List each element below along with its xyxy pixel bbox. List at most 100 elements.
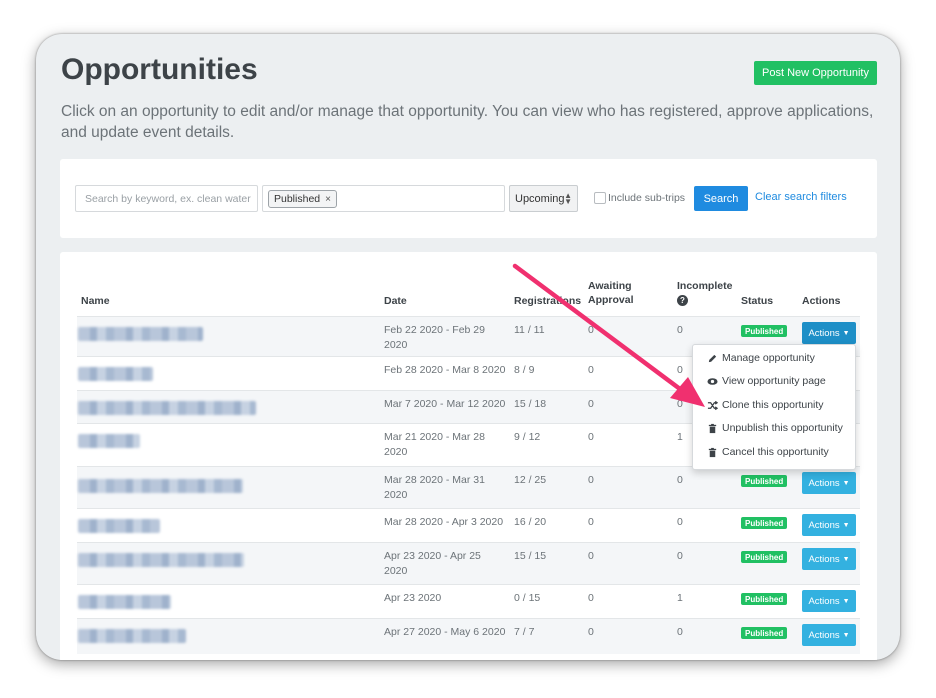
status-badge: Published (741, 475, 788, 487)
actions-button[interactable]: Actions ▼ (802, 322, 856, 344)
actions-button-label: Actions (808, 553, 840, 565)
date-cell: Mar 21 2020 - Mar 28 2020 (384, 431, 485, 458)
menu-item-label: Manage opportunity (722, 352, 815, 364)
status-tags-input[interactable]: Published × (262, 185, 505, 212)
include-subtrips-checkbox[interactable] (594, 192, 606, 204)
include-subtrips-option[interactable]: Include sub-trips (594, 192, 685, 204)
post-new-opportunity-button[interactable]: Post New Opportunity (754, 61, 877, 85)
incomplete-cell: 0 (677, 550, 683, 562)
header-name: Name (81, 295, 110, 307)
caret-down-icon: ▼ (842, 521, 850, 529)
actions-button[interactable]: Actions ▼ (802, 590, 856, 612)
opportunity-name-blurred[interactable] (78, 367, 153, 381)
opportunity-name-blurred[interactable] (78, 629, 186, 643)
actions-button-label: Actions (808, 629, 840, 641)
registrations-cell: 11 / 11 (514, 324, 545, 336)
date-cell: Feb 28 2020 - Mar 8 2020 (384, 364, 506, 376)
opportunity-name-blurred[interactable] (78, 434, 140, 448)
opportunity-name-blurred[interactable] (78, 595, 171, 609)
help-icon[interactable]: ? (677, 295, 688, 306)
actions-button[interactable]: Actions ▼ (802, 548, 856, 570)
header-date: Date (384, 295, 407, 307)
header-incomplete-label: Incomplete (677, 280, 733, 292)
menu-item-clone[interactable]: Clone this opportunity (707, 399, 824, 411)
actions-button-label: Actions (808, 595, 840, 607)
incomplete-cell: 0 (677, 324, 683, 336)
incomplete-cell: 0 (677, 516, 683, 528)
select-arrows-icon: ▲ ▼ (564, 191, 572, 206)
date-cell: Mar 28 2020 - Apr 3 2020 (384, 516, 504, 528)
tag-remove-icon[interactable]: × (325, 194, 331, 205)
pencil-icon (708, 354, 717, 362)
registrations-cell: 12 / 25 (514, 474, 547, 486)
actions-dropdown-menu: Manage opportunity View opportunity page… (692, 344, 856, 470)
table-row[interactable]: Apr 23 2020 - Apr 25 2020 15 / 15 0 0 Publis… (77, 542, 860, 584)
status-badge: Published (741, 517, 788, 529)
table-row[interactable]: Mar 28 2020 - Mar 31 2020 12 / 25 0 0 Publis… (77, 466, 860, 508)
trash-icon (708, 447, 717, 457)
table-row[interactable]: Apr 27 2020 - May 6 2020 7 / 7 0 0 Published… (77, 618, 860, 654)
published-tag: Published × (268, 190, 337, 208)
registrations-cell: 8 / 9 (514, 364, 535, 376)
select-value: Upcoming (515, 192, 565, 205)
date-cell: Mar 28 2020 - Mar 31 2020 (384, 474, 485, 501)
header-status: Status (741, 295, 774, 307)
caret-down-icon: ▼ (842, 631, 850, 639)
opportunity-name-blurred[interactable] (78, 479, 243, 493)
date-cell: Mar 7 2020 - Mar 12 2020 (384, 398, 506, 410)
incomplete-cell: 1 (677, 592, 683, 604)
actions-button-label: Actions (808, 327, 840, 339)
actions-button[interactable]: Actions ▼ (802, 514, 856, 536)
incomplete-cell: 0 (677, 398, 683, 410)
header-registrations: Registrations (514, 295, 582, 307)
table-row[interactable]: Mar 28 2020 - Apr 3 2020 16 / 20 0 0 Publish… (77, 508, 860, 542)
registrations-cell: 16 / 20 (514, 516, 547, 528)
table-row[interactable]: Apr 23 2020 0 / 15 0 1 Published Actions ▼ (77, 584, 860, 618)
include-subtrips-label: Include sub-trips (608, 192, 686, 204)
awaiting-cell: 0 (588, 398, 594, 410)
awaiting-cell: 0 (588, 324, 594, 336)
registrations-cell: 0 / 15 (514, 592, 541, 604)
registrations-cell: 7 / 7 (514, 626, 535, 638)
actions-button[interactable]: Actions ▼ (802, 624, 856, 646)
app-window: Opportunities Post New Opportunity Click… (36, 34, 900, 660)
menu-item-manage[interactable]: Manage opportunity (707, 352, 815, 364)
shuffle-icon (707, 400, 718, 410)
header-awaiting-approval: Awaiting Approval (588, 280, 634, 306)
menu-item-view[interactable]: View opportunity page (707, 375, 826, 387)
search-button[interactable]: Search (694, 186, 748, 211)
awaiting-cell: 0 (588, 474, 594, 486)
search-input[interactable]: Search by keyword, ex. clean water (75, 185, 258, 212)
clear-filters-link[interactable]: Clear search filters (755, 191, 847, 203)
incomplete-cell: 0 (677, 364, 683, 376)
timeframe-select[interactable]: Upcoming ▲ ▼ (509, 185, 578, 212)
eye-icon (707, 377, 718, 385)
opportunity-name-blurred[interactable] (78, 327, 203, 341)
actions-button-label: Actions (808, 519, 840, 531)
opportunity-name-blurred[interactable] (78, 553, 244, 567)
registrations-cell: 15 / 15 (514, 550, 547, 562)
filter-panel: Search by keyword, ex. clean water Publi… (60, 159, 877, 238)
opportunity-name-blurred[interactable] (78, 519, 160, 533)
caret-down-icon: ▼ (842, 597, 850, 605)
opportunity-name-blurred[interactable] (78, 401, 256, 415)
header-incomplete: Incomplete ? (677, 279, 732, 307)
status-badge: Published (741, 551, 788, 563)
date-cell: Apr 23 2020 (384, 592, 442, 604)
menu-item-unpublish[interactable]: Unpublish this opportunity (707, 422, 843, 434)
caret-down-icon: ▼ (842, 479, 850, 487)
menu-item-label: View opportunity page (722, 375, 826, 387)
actions-button[interactable]: Actions ▼ (802, 472, 856, 494)
menu-item-label: Unpublish this opportunity (722, 422, 843, 434)
date-cell: Feb 22 2020 - Feb 29 2020 (384, 324, 485, 351)
trash-icon (708, 423, 717, 433)
awaiting-cell: 0 (588, 364, 594, 376)
caret-down-icon: ▼ (842, 329, 850, 337)
awaiting-cell: 0 (588, 626, 594, 638)
registrations-cell: 15 / 18 (514, 398, 547, 410)
incomplete-cell: 1 (677, 431, 683, 443)
date-cell: Apr 27 2020 - May 6 2020 (384, 626, 506, 638)
header-actions: Actions (802, 295, 841, 307)
awaiting-cell: 0 (588, 516, 594, 528)
menu-item-cancel[interactable]: Cancel this opportunity (707, 446, 829, 458)
